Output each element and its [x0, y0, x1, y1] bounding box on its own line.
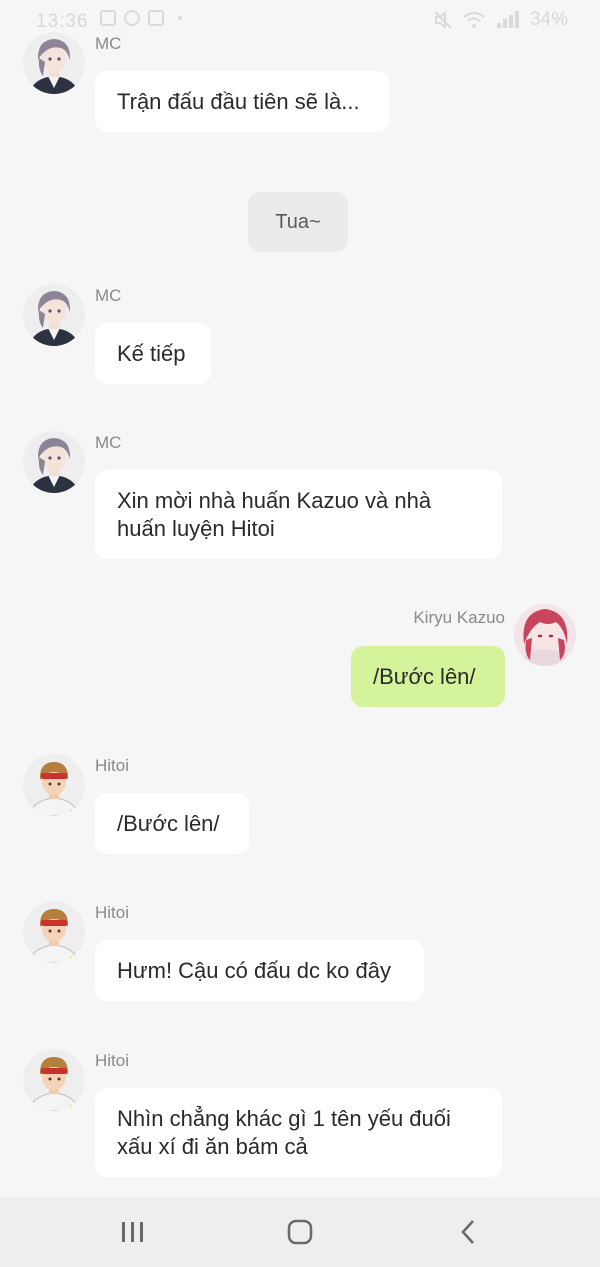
mc-avatar[interactable] — [23, 431, 85, 493]
sender-name: Hitoi — [95, 756, 130, 775]
hitoi-avatar[interactable] — [23, 901, 85, 963]
home-icon — [287, 1219, 313, 1245]
sender-name: MC — [95, 433, 122, 452]
message-text-line: Xin mời nhà huấn Kazuo và nhà — [117, 487, 432, 513]
recent-apps-icon — [122, 1222, 143, 1242]
app-box-icon — [148, 10, 164, 26]
user-message-bubble: /Bước lên/ — [351, 646, 505, 707]
sender-name: Hitoi — [95, 1051, 130, 1070]
recent-apps-button[interactable] — [100, 1197, 166, 1267]
message-bubble: Kế tiếp — [95, 323, 211, 384]
image-icon — [100, 10, 116, 26]
mute-icon — [434, 10, 452, 30]
battery-level: 34% — [529, 9, 568, 30]
message-bubble: /Bước lên/ — [95, 793, 249, 854]
message-bubble: Hưm! Cậu có đấu dc ko đây — [95, 940, 424, 1001]
dot-icon — [178, 16, 182, 20]
mc-avatar[interactable] — [23, 284, 85, 346]
status-right-icons: 34% — [433, 9, 568, 31]
status-time: 13:36 — [36, 11, 89, 32]
hitoi-avatar[interactable] — [23, 754, 85, 816]
message-bubble: Nhìn chẳng khác gì 1 tên yếu đuối xấu xí… — [95, 1088, 502, 1177]
narration-text: Tua~ — [275, 210, 321, 233]
back-icon — [461, 1220, 474, 1244]
circle-minus-icon — [124, 10, 140, 26]
sender-name: Hitoi — [95, 903, 130, 922]
message-text: /Bước lên/ — [117, 810, 220, 836]
wifi-icon — [463, 12, 485, 28]
message-text-line: Nhìn chẳng khác gì 1 tên yếu đuối — [117, 1105, 451, 1131]
kazuo-avatar[interactable] — [514, 604, 576, 666]
sender-name: MC — [95, 286, 122, 305]
narration-bubble: Tua~ — [248, 192, 348, 252]
status-left-icons — [100, 10, 182, 26]
status-bar: 13:36 34% — [0, 0, 600, 44]
message-text: Trận đấu đầu tiên sẽ là... — [117, 88, 360, 114]
hitoi-avatar[interactable] — [23, 1049, 85, 1111]
sender-name: MC — [95, 34, 122, 53]
home-button[interactable] — [267, 1197, 333, 1267]
navigation-bar — [0, 1197, 600, 1267]
message-bubble: Trận đấu đầu tiên sẽ là... — [95, 71, 389, 132]
message-text-line: xấu xí đi ăn bám cả — [117, 1133, 308, 1159]
mc-avatar[interactable] — [23, 32, 85, 94]
message-bubble: Xin mời nhà huấn Kazuo và nhà huấn luyện… — [95, 470, 502, 559]
message-text-line: huấn luyện Hitoi — [117, 515, 275, 541]
signal-icon — [496, 11, 519, 28]
message-text: Kế tiếp — [117, 340, 186, 366]
sender-name: Kiryu Kazuo — [413, 608, 505, 627]
message-text: /Bước lên/ — [373, 663, 476, 689]
back-button[interactable] — [436, 1197, 502, 1267]
message-text: Hưm! Cậu có đấu dc ko đây — [117, 957, 391, 983]
